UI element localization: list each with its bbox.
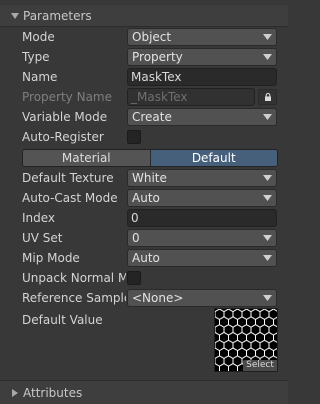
mode-dropdown[interactable]: Object: [127, 28, 277, 46]
property-name-field: _MaskTex: [127, 88, 255, 106]
caret-down-icon: [263, 175, 272, 181]
property-name-label: Property Name: [22, 90, 112, 104]
caret-down-icon: [263, 54, 272, 60]
auto-cast-mode-row: Auto-Cast Mode Auto: [0, 189, 288, 207]
variable-mode-value: Create: [132, 110, 172, 124]
chevron-right-icon: [12, 388, 18, 397]
reference-sampler-value: <None>: [132, 291, 184, 305]
mip-mode-value: Auto: [132, 251, 160, 265]
type-dropdown[interactable]: Property: [127, 48, 277, 66]
lock-icon: [264, 93, 271, 101]
parameters-section-title: Parameters: [23, 8, 92, 23]
texture-preview-slot[interactable]: Select: [214, 308, 278, 372]
default-texture-label: Default Texture: [22, 171, 114, 185]
caret-down-icon: [263, 255, 272, 261]
property-name-row: Property Name _MaskTex: [0, 88, 288, 106]
uv-set-row: UV Set 0: [0, 229, 288, 247]
variable-mode-row: Variable Mode Create: [0, 108, 288, 126]
name-field[interactable]: MaskTex: [127, 68, 277, 86]
uv-set-dropdown[interactable]: 0: [127, 229, 277, 247]
auto-cast-mode-value: Auto: [132, 191, 160, 205]
reference-sampler-label: Reference Sample: [22, 291, 126, 305]
mip-mode-dropdown[interactable]: Auto: [127, 249, 277, 267]
parameters-foldout-header[interactable]: Parameters: [0, 5, 288, 27]
material-default-tabs: Material Default: [22, 149, 278, 167]
variable-mode-label: Variable Mode: [22, 110, 108, 124]
reference-sampler-row: Reference Sample <None>: [0, 289, 288, 307]
mode-row: Mode Object: [0, 28, 288, 46]
unpack-normal-map-checkbox[interactable]: [127, 271, 141, 285]
auto-cast-mode-label: Auto-Cast Mode: [22, 191, 118, 205]
unpack-normal-map-row: Unpack Normal Ma: [0, 269, 288, 287]
chevron-down-icon: [11, 12, 19, 19]
auto-register-checkbox[interactable]: [127, 130, 141, 144]
default-texture-value: White: [132, 171, 167, 185]
type-row: Type Property: [0, 48, 288, 66]
reference-sampler-dropdown[interactable]: <None>: [127, 289, 277, 307]
variable-mode-dropdown[interactable]: Create: [127, 108, 277, 126]
mode-value: Object: [132, 30, 172, 44]
type-value: Property: [132, 50, 183, 64]
default-texture-row: Default Texture White: [0, 169, 288, 187]
name-label: Name: [22, 70, 58, 84]
attributes-section-title: Attributes: [23, 385, 83, 400]
uv-set-value: 0: [132, 231, 140, 245]
caret-down-icon: [263, 114, 272, 120]
tab-default[interactable]: Default: [150, 150, 277, 166]
attributes-foldout-header[interactable]: Attributes: [0, 380, 288, 404]
auto-register-row: Auto-Register: [0, 128, 288, 146]
index-field[interactable]: 0: [127, 209, 277, 227]
index-label: Index: [22, 211, 56, 225]
uv-set-label: UV Set: [22, 231, 63, 245]
name-row: Name MaskTex: [0, 68, 288, 86]
type-label: Type: [22, 50, 50, 64]
tab-material[interactable]: Material: [23, 150, 151, 166]
select-texture-button[interactable]: Select: [243, 360, 277, 371]
caret-down-icon: [263, 34, 272, 40]
caret-down-icon: [263, 195, 272, 201]
mip-mode-label: Mip Mode: [22, 251, 80, 265]
index-row: Index 0: [0, 209, 288, 227]
default-value-label: Default Value: [22, 313, 103, 327]
default-texture-dropdown[interactable]: White: [127, 169, 277, 187]
auto-register-label: Auto-Register: [22, 130, 104, 144]
caret-down-icon: [263, 235, 272, 241]
auto-cast-mode-dropdown[interactable]: Auto: [127, 189, 277, 207]
unpack-normal-map-label: Unpack Normal Ma: [22, 271, 126, 285]
caret-down-icon: [263, 295, 272, 301]
mip-mode-row: Mip Mode Auto: [0, 249, 288, 267]
lock-button[interactable]: [258, 89, 277, 105]
mode-label: Mode: [22, 30, 55, 44]
